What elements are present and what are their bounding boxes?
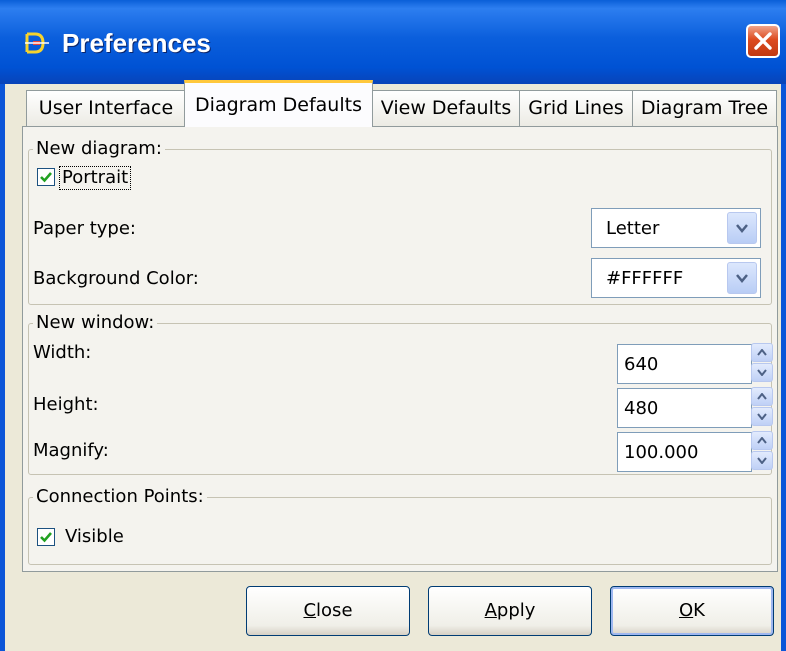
- tab-diagram-defaults[interactable]: Diagram Defaults: [184, 80, 373, 127]
- window-title: Preferences: [62, 28, 211, 58]
- ok-mnemonic: O: [679, 600, 694, 621]
- background-color-label: Background Color:: [33, 268, 199, 289]
- visible-checkbox[interactable]: [37, 528, 55, 546]
- new-diagram-legend: New diagram:: [33, 138, 165, 160]
- apply-mnemonic: A: [484, 600, 497, 621]
- apply-label: pply: [496, 600, 536, 621]
- magnify-label: Magnify:: [33, 440, 109, 461]
- height-value: 480: [624, 398, 659, 419]
- chevron-down-icon[interactable]: [727, 212, 757, 244]
- connection-points-legend: Connection Points:: [33, 486, 207, 508]
- magnify-field[interactable]: 100.000: [617, 432, 752, 472]
- background-color-value: #FFFFFF: [606, 268, 684, 289]
- chevron-down-icon[interactable]: [727, 262, 757, 294]
- connection-points-group: Connection Points: Visible: [28, 486, 772, 565]
- checkmark-icon: [40, 532, 52, 543]
- window-border-right: [781, 84, 786, 651]
- width-stepper[interactable]: [751, 343, 773, 383]
- window-border-left: [0, 84, 5, 651]
- new-diagram-group: New diagram: Portrait Paper type: Letter…: [28, 138, 772, 305]
- diagram-app-icon: [24, 30, 50, 56]
- ok-button[interactable]: OK: [610, 586, 774, 636]
- paper-type-value: Letter: [606, 218, 660, 239]
- tab-user-interface[interactable]: User Interface: [26, 90, 186, 126]
- spin-up-icon[interactable]: [751, 431, 773, 450]
- height-stepper[interactable]: [751, 387, 773, 427]
- spin-down-icon[interactable]: [751, 451, 773, 470]
- height-label: Height:: [33, 394, 99, 415]
- preferences-dialog: Preferences User Interface Diagram Defau…: [0, 0, 786, 651]
- tab-label: Diagram Tree: [640, 97, 769, 119]
- spin-up-icon[interactable]: [751, 343, 773, 362]
- portrait-checkbox[interactable]: [37, 168, 55, 186]
- tab-grid-lines[interactable]: Grid Lines: [519, 90, 633, 126]
- magnify-stepper[interactable]: [751, 431, 773, 471]
- background-color-select[interactable]: #FFFFFF: [591, 258, 761, 298]
- paper-type-label: Paper type:: [33, 218, 136, 239]
- width-label: Width:: [33, 342, 92, 363]
- tab-panel-diagram-defaults: New diagram: Portrait Paper type: Letter…: [22, 126, 778, 572]
- new-window-group: New window: Width: 640 Height: 480 Magni…: [28, 312, 773, 475]
- height-field[interactable]: 480: [617, 388, 752, 428]
- tab-diagram-tree[interactable]: Diagram Tree: [632, 90, 777, 126]
- visible-label[interactable]: Visible: [65, 526, 124, 548]
- width-value: 640: [624, 354, 659, 375]
- width-field[interactable]: 640: [617, 344, 752, 384]
- tab-label: View Defaults: [380, 97, 512, 119]
- magnify-value: 100.000: [624, 442, 699, 463]
- close-mnemonic: C: [303, 600, 317, 621]
- apply-button[interactable]: Apply: [428, 586, 592, 636]
- new-window-legend: New window:: [33, 312, 158, 334]
- tab-label: Grid Lines: [528, 97, 624, 119]
- paper-type-select[interactable]: Letter: [591, 208, 761, 248]
- spin-down-icon[interactable]: [751, 407, 773, 426]
- title-bar[interactable]: Preferences: [0, 0, 786, 84]
- close-icon[interactable]: [746, 24, 780, 58]
- close-button[interactable]: Close: [246, 586, 410, 636]
- spin-down-icon[interactable]: [751, 363, 773, 382]
- close-label: lose: [316, 600, 353, 621]
- spin-up-icon[interactable]: [751, 387, 773, 406]
- tab-view-defaults[interactable]: View Defaults: [372, 90, 520, 126]
- ok-label: K: [693, 600, 705, 621]
- tab-label: Diagram Defaults: [195, 94, 362, 116]
- portrait-label[interactable]: Portrait: [59, 166, 132, 190]
- checkmark-icon: [40, 172, 52, 183]
- tab-label: User Interface: [38, 97, 174, 119]
